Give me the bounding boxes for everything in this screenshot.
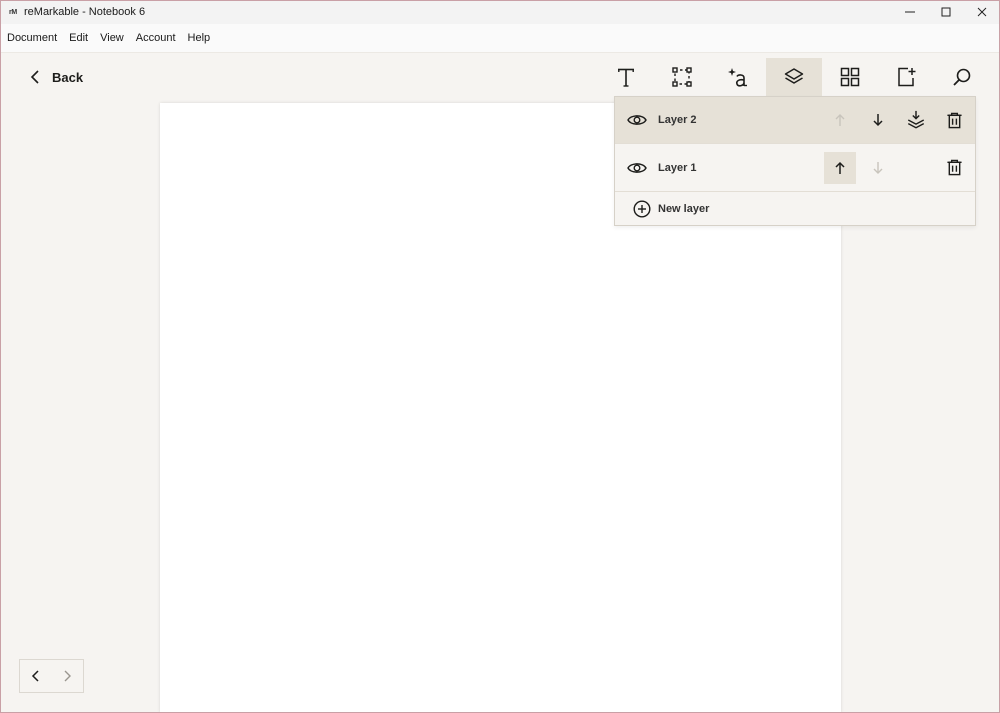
page-overview-button[interactable] <box>822 58 878 96</box>
move-layer-down-button <box>862 152 894 184</box>
minimize-icon <box>905 11 915 13</box>
arrow-down-icon <box>873 114 883 127</box>
arrow-up-icon <box>835 114 845 126</box>
search-icon <box>953 68 971 86</box>
merge-layer-down-button[interactable] <box>900 104 932 136</box>
arrow-up-icon <box>835 161 845 174</box>
toolbar <box>598 58 990 96</box>
layers-tool-button[interactable] <box>766 58 822 96</box>
layer-name: Layer 1 <box>658 161 697 174</box>
move-layer-up-button <box>824 104 856 136</box>
window-controls <box>892 0 1000 24</box>
menu-view[interactable]: View <box>94 32 130 44</box>
menu-bar: Document Edit View Account Help <box>0 24 1000 53</box>
menu-document[interactable]: Document <box>0 32 63 44</box>
new-layer-button[interactable]: New layer <box>615 192 975 226</box>
previous-page-button[interactable] <box>20 660 51 692</box>
close-button[interactable] <box>964 0 1000 24</box>
chevron-right-icon <box>64 670 71 682</box>
delete-layer-button[interactable] <box>938 104 970 136</box>
handwriting-convert-button[interactable] <box>710 58 766 96</box>
chevron-left-icon <box>30 70 39 84</box>
eye-icon <box>627 162 647 173</box>
add-page-icon <box>898 67 916 87</box>
selection-icon <box>672 67 692 87</box>
window-title: reMarkable - Notebook 6 <box>24 6 146 18</box>
ai-handwriting-icon <box>728 68 747 87</box>
search-button[interactable] <box>934 58 990 96</box>
merge-down-icon <box>907 110 925 129</box>
app-logo: rM <box>9 8 17 16</box>
back-label: Back <box>52 69 84 85</box>
text-icon <box>618 68 634 87</box>
arrow-down-icon <box>873 161 883 174</box>
layers-icon <box>784 68 804 84</box>
trash-icon <box>946 112 962 128</box>
menu-help[interactable]: Help <box>182 32 217 44</box>
select-tool-button[interactable] <box>654 58 710 96</box>
layer-row-layer-1[interactable]: Layer 1 <box>615 144 975 192</box>
close-icon <box>977 7 987 17</box>
maximize-icon <box>941 7 951 17</box>
trash-icon <box>946 159 962 176</box>
layer-visibility-toggle[interactable] <box>627 158 647 178</box>
move-layer-up-button[interactable] <box>824 151 856 184</box>
page-navigation <box>19 659 84 693</box>
eye-icon <box>627 115 647 125</box>
text-tool-button[interactable] <box>598 58 654 96</box>
layer-row-layer-2[interactable]: Layer 2 <box>615 97 975 144</box>
layers-panel: Layer 2 Layer 1 New layer <box>614 96 976 226</box>
grid-icon <box>840 67 860 87</box>
plus-circle-icon <box>633 200 651 218</box>
chevron-left-icon <box>31 670 39 682</box>
maximize-button[interactable] <box>928 0 964 24</box>
layer-visibility-toggle[interactable] <box>627 110 647 130</box>
add-page-button[interactable] <box>878 58 934 96</box>
minimize-button[interactable] <box>892 0 928 24</box>
move-layer-down-button[interactable] <box>862 104 894 136</box>
menu-account[interactable]: Account <box>130 32 182 44</box>
delete-layer-button[interactable] <box>938 152 970 184</box>
new-layer-label: New layer <box>658 203 710 215</box>
menu-edit[interactable]: Edit <box>63 32 94 44</box>
title-bar: rM reMarkable - Notebook 6 <box>0 0 1000 24</box>
back-button[interactable]: Back <box>28 66 83 88</box>
layer-name: Layer 2 <box>658 114 697 126</box>
next-page-button[interactable] <box>51 660 82 692</box>
